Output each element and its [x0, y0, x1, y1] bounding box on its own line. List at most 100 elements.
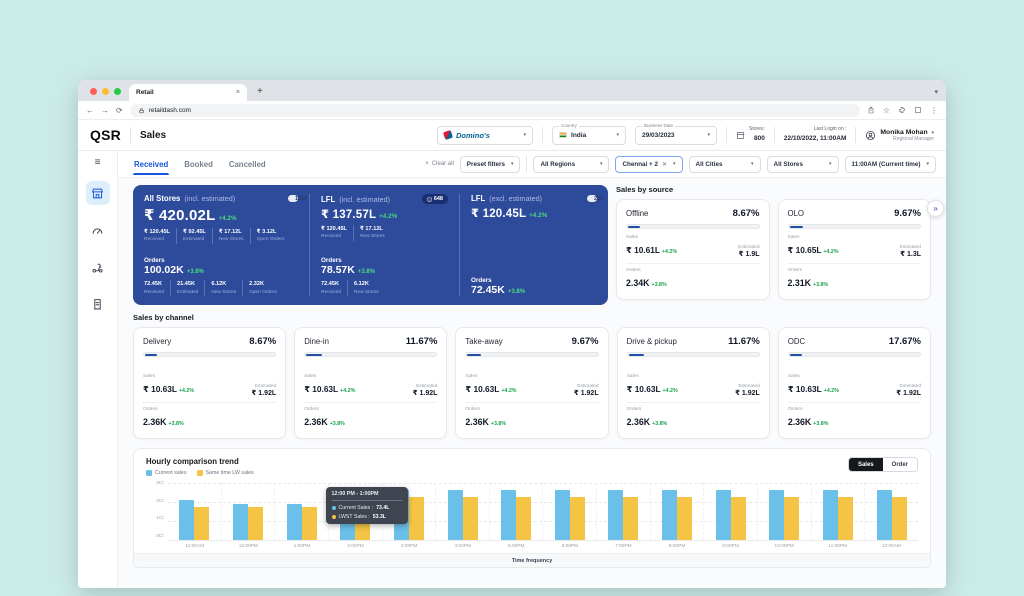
- tab-close-icon[interactable]: ×: [236, 89, 240, 96]
- address-bar[interactable]: retaildash.com: [130, 104, 860, 117]
- orders-delta: +3.8%: [187, 269, 204, 275]
- bar-group[interactable]: [168, 483, 222, 540]
- sidebar-item-sales[interactable]: [86, 181, 110, 205]
- lw-sales-bar[interactable]: [516, 497, 531, 540]
- tab-search-chevron-icon[interactable]: ▾: [934, 88, 938, 96]
- stores-dropdown[interactable]: All Stores▾: [767, 156, 839, 173]
- current-sales-bar[interactable]: [287, 504, 302, 540]
- orders-delta: +3.8%: [508, 289, 525, 295]
- current-sales-bar[interactable]: [555, 490, 570, 540]
- cities-dropdown[interactable]: All Cities▾: [689, 156, 761, 173]
- maximize-window-button[interactable]: [114, 88, 121, 95]
- lw-sales-bar[interactable]: [892, 497, 907, 540]
- tab-received[interactable]: Received: [133, 153, 169, 175]
- current-sales-bar[interactable]: [179, 500, 194, 540]
- lw-sales-bar[interactable]: [248, 507, 263, 540]
- location-chip-dropdown[interactable]: Chennai + 2✕▾: [615, 156, 682, 173]
- browser-tab[interactable]: Retail ×: [129, 84, 247, 101]
- toggle-order[interactable]: Order: [883, 458, 917, 471]
- time-dropdown[interactable]: 11:00AM (Current time)▾: [845, 156, 936, 173]
- forward-icon[interactable]: →: [101, 106, 109, 115]
- orders-value: 2.36K: [304, 417, 327, 427]
- bookmark-star-icon[interactable]: ☆: [883, 106, 890, 115]
- lw-sales-bar[interactable]: [463, 497, 478, 540]
- lw-sales-bar[interactable]: [570, 497, 585, 540]
- breakdown-item: ₹ 92.45LEstimated: [183, 228, 213, 244]
- dashboard-scroll-area[interactable]: All Stores (incl. estimated) 1210 ₹ 420.…: [118, 178, 946, 588]
- user-menu[interactable]: Monika Mohan ▾ Regional Manager: [865, 129, 934, 142]
- window-controls[interactable]: [90, 88, 121, 95]
- extensions-puzzle-icon[interactable]: [898, 106, 906, 114]
- minimize-window-button[interactable]: [102, 88, 109, 95]
- bar-group[interactable]: [436, 483, 490, 540]
- remove-chip-icon[interactable]: ✕: [662, 161, 667, 168]
- preset-filters-dropdown[interactable]: Preset filters▾: [460, 156, 521, 173]
- hourly-trend-card: Hourly comparison trend Current sales Sa…: [133, 448, 931, 568]
- clear-all-button[interactable]: ×Clear all: [425, 161, 454, 167]
- bar-group[interactable]: [812, 483, 866, 540]
- chevron-down-icon: ▾: [617, 132, 620, 138]
- current-sales-bar[interactable]: [233, 504, 248, 540]
- bar-group[interactable]: [758, 483, 812, 540]
- lw-sales-bar[interactable]: [194, 507, 209, 540]
- current-sales-bar[interactable]: [501, 490, 516, 540]
- new-tab-button[interactable]: +: [257, 86, 263, 97]
- reload-icon[interactable]: ⟳: [116, 106, 123, 115]
- sidebar-item-delivery[interactable]: [86, 255, 110, 279]
- business-date-dropdown[interactable]: Business Date 29/03/2023 ▾: [635, 126, 717, 145]
- share-icon[interactable]: [867, 106, 875, 114]
- bar-group[interactable]: [651, 483, 705, 540]
- bar-group[interactable]: [543, 483, 597, 540]
- bar-group[interactable]: [704, 483, 758, 540]
- current-sales-bar[interactable]: [448, 490, 463, 540]
- lw-sales-bar[interactable]: [409, 497, 424, 540]
- desktop-background: Retail × + ▾ ← → ⟳ retaildash.com ☆ ⋮: [0, 0, 1024, 596]
- country-dropdown[interactable]: Country India ▾: [552, 126, 626, 145]
- bar-group[interactable]: [865, 483, 918, 540]
- back-icon[interactable]: ←: [86, 106, 94, 115]
- hamburger-menu-icon[interactable]: ≡: [95, 158, 101, 168]
- progress-bar: [626, 224, 760, 229]
- lw-sales-bar[interactable]: [302, 507, 317, 540]
- bar-group[interactable]: [597, 483, 651, 540]
- country-value: India: [571, 132, 586, 139]
- close-icon: ×: [425, 161, 429, 167]
- lock-icon: [138, 107, 145, 114]
- sales-value: ₹ 10.63L: [304, 384, 338, 394]
- current-sales-bar[interactable]: [877, 490, 892, 540]
- scroll-right-button[interactable]: »: [927, 200, 944, 217]
- country-label: Country: [559, 123, 579, 128]
- profile-icon[interactable]: [914, 106, 922, 114]
- lw-sales-bar[interactable]: [784, 497, 799, 540]
- x-tick-label: 2:00PM: [329, 544, 383, 549]
- current-sales-bar[interactable]: [823, 490, 838, 540]
- estimated-value: ₹ 1.92L: [251, 389, 276, 397]
- tab-cancelled[interactable]: Cancelled: [228, 153, 267, 175]
- orders-value: 2.36K: [465, 417, 488, 427]
- sidebar-item-performance[interactable]: [86, 218, 110, 242]
- bar-group[interactable]: [275, 483, 329, 540]
- regions-dropdown[interactable]: All Regions▾: [533, 156, 609, 173]
- current-sales-bar[interactable]: [662, 490, 677, 540]
- toggle-sales[interactable]: Sales: [849, 458, 883, 471]
- lw-sales-bar[interactable]: [677, 497, 692, 540]
- current-sales-bar[interactable]: [608, 490, 623, 540]
- current-sales-bar[interactable]: [769, 490, 784, 540]
- bar-group[interactable]: [222, 483, 276, 540]
- lw-sales-bar[interactable]: [623, 497, 638, 540]
- brand-dropdown[interactable]: Domino's ▾: [437, 126, 533, 145]
- lw-sales-bar[interactable]: [731, 497, 746, 540]
- sidebar-item-reports[interactable]: [86, 292, 110, 316]
- bar-group[interactable]: [490, 483, 544, 540]
- source-card: OLO9.67% Sales₹ 10.65L+4.2% Estimated₹ 1…: [778, 199, 932, 300]
- app-header: QSR Sales Domino's ▾ Country India ▾ Bus…: [78, 120, 946, 151]
- lw-sales-bar[interactable]: [838, 497, 853, 540]
- chart-footer: Time frequency: [134, 553, 930, 567]
- close-window-button[interactable]: [90, 88, 97, 95]
- stores-value: 800: [749, 134, 765, 144]
- browser-menu-dots-icon[interactable]: ⋮: [930, 106, 938, 115]
- tab-booked[interactable]: Booked: [183, 153, 214, 175]
- current-sales-bar[interactable]: [716, 490, 731, 540]
- sales-value: ₹ 10.65L: [788, 245, 822, 255]
- last-login: Last Login on :22/10/2022, 11:00AM: [784, 126, 847, 143]
